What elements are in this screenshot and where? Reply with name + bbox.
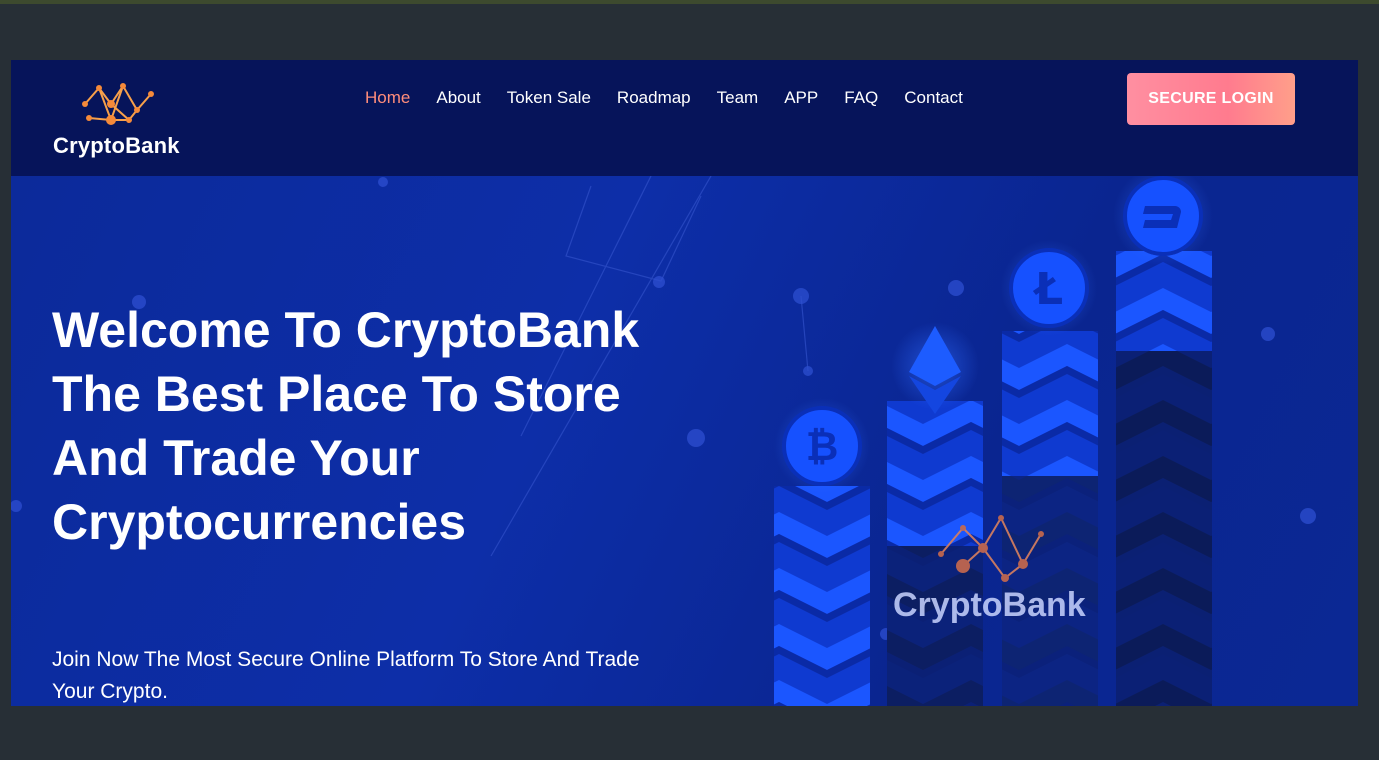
- site-logo[interactable]: CryptoBank: [51, 80, 191, 160]
- svg-text:Ł: Ł: [1033, 264, 1063, 315]
- nav-link-about[interactable]: About: [436, 88, 480, 108]
- secure-login-button[interactable]: SECURE LOGIN: [1127, 73, 1295, 125]
- litecoin-icon: Ł: [1001, 240, 1097, 336]
- nav-link-app[interactable]: APP: [784, 88, 818, 108]
- illustration-brand-text: CryptoBank: [893, 586, 1086, 624]
- site-header: CryptoBank Home About Token Sale Roadmap…: [11, 60, 1358, 176]
- network-logo-icon: [82, 83, 154, 125]
- nav-link-contact[interactable]: Contact: [904, 88, 963, 108]
- bitcoin-column: [774, 486, 870, 706]
- main-nav: Home About Token Sale Roadmap Team APP F…: [365, 88, 989, 108]
- bitcoin-icon: ₿: [774, 398, 870, 494]
- svg-text:₿: ₿: [806, 424, 839, 470]
- nav-link-roadmap[interactable]: Roadmap: [617, 88, 691, 108]
- ethereum-icon: [891, 322, 979, 414]
- window-top-border: [0, 0, 1379, 4]
- nav-link-team[interactable]: Team: [717, 88, 759, 108]
- nav-link-faq[interactable]: FAQ: [844, 88, 878, 108]
- website-frame: CryptoBank Home About Token Sale Roadmap…: [11, 60, 1358, 706]
- hero-section: Welcome To CryptoBank The Best Place To …: [11, 176, 1358, 706]
- nav-link-home[interactable]: Home: [365, 88, 410, 108]
- logo-text: CryptoBank: [53, 133, 180, 158]
- nav-link-token-sale[interactable]: Token Sale: [507, 88, 591, 108]
- crypto-growth-illustration: ₿ Ł: [774, 176, 1213, 706]
